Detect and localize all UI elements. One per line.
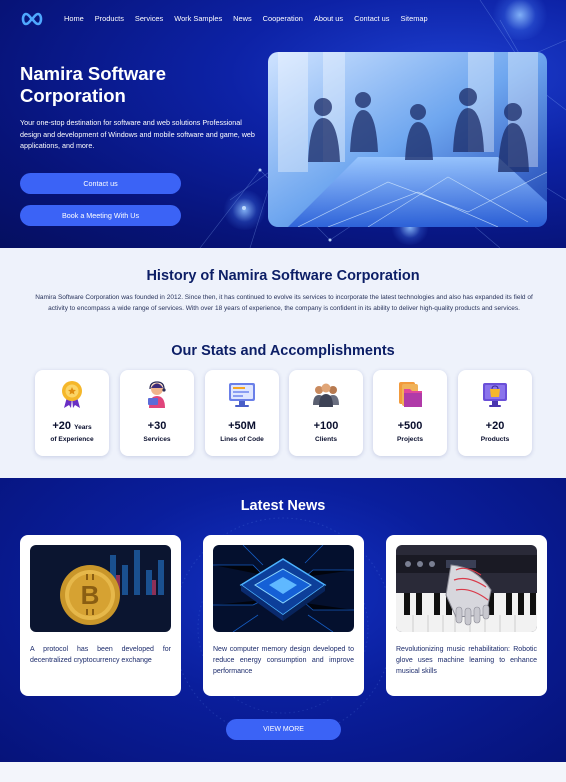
- hero-meeting-image: [268, 52, 547, 227]
- stat-label: Lines of Code: [220, 436, 264, 443]
- folders-icon: [399, 382, 422, 407]
- stat-card-clients: +100 Clients: [289, 370, 363, 456]
- news-text: A protocol has been developed for decent…: [30, 646, 171, 664]
- stat-value: +20 Years: [35, 420, 109, 432]
- nav-sitemap[interactable]: Sitemap: [400, 14, 427, 23]
- contact-us-button[interactable]: Contact us: [20, 173, 181, 194]
- hero-description: Your one-stop destination for software a…: [20, 118, 255, 150]
- award-ribbon-icon: [62, 381, 82, 408]
- book-meeting-button[interactable]: Book a Meeting With Us: [20, 205, 181, 226]
- stat-value: +500: [397, 420, 423, 432]
- news-title: Latest News: [240, 498, 326, 514]
- chip-graphic: [213, 545, 354, 632]
- nav-contact-us[interactable]: Contact us: [354, 14, 389, 23]
- stat-value: +20: [485, 420, 505, 432]
- top-nav: Home Products Services Work Samples News…: [0, 0, 566, 38]
- page: Home Products Services Work Samples News…: [0, 0, 566, 782]
- history-title: History of Namira Software Corporation: [146, 268, 420, 284]
- bitcoin-graphic: B: [30, 545, 171, 632]
- stat-card-services: +30 Services: [120, 370, 194, 456]
- meeting-photo-graphic: [268, 52, 547, 227]
- view-more-button[interactable]: VIEW MORE: [226, 719, 341, 740]
- nav-services[interactable]: Services: [135, 14, 163, 23]
- glove-piano-graphic: [396, 545, 537, 632]
- news-card[interactable]: New computer memory design developed to …: [203, 535, 364, 696]
- nav-home[interactable]: Home: [64, 14, 84, 23]
- robotic-glove-piano-image: [396, 545, 537, 632]
- stat-card-products: +20 Products: [458, 370, 532, 456]
- stat-value: +30: [147, 420, 167, 432]
- stat-card-experience: +20 Years of Experience: [35, 370, 109, 456]
- support-agent-icon: [148, 381, 166, 408]
- computer-chip-image: [213, 545, 354, 632]
- infinity-logo-icon[interactable]: [20, 11, 44, 27]
- news-card[interactable]: Revolutionizing music rehabilitation: Ro…: [386, 535, 547, 696]
- stat-label: Projects: [396, 436, 424, 443]
- nav-cooperation[interactable]: Cooperation: [263, 14, 303, 23]
- monitor-code-icon: [229, 383, 255, 407]
- footer-strip: [0, 762, 566, 782]
- bitcoin-coin-image: B: [30, 545, 171, 632]
- nav-about-us[interactable]: About us: [314, 14, 343, 23]
- nav-links: Home Products Services Work Samples News…: [64, 14, 439, 23]
- stat-card-lines-of-code: +50M Lines of Code: [205, 370, 279, 456]
- hero-section: Home Products Services Work Samples News…: [0, 0, 566, 248]
- stat-card-projects: +500 Projects: [373, 370, 447, 456]
- stats-title: Our Stats and Accomplishments: [171, 343, 395, 359]
- svg-text:B: B: [81, 580, 100, 610]
- stat-value: +100: [313, 420, 339, 432]
- stat-value: +50M: [228, 420, 256, 432]
- nav-news[interactable]: News: [233, 14, 251, 23]
- shopping-screen-icon: [483, 383, 507, 407]
- stat-label: Clients: [315, 436, 337, 443]
- nav-work-samples[interactable]: Work Samples: [174, 14, 222, 23]
- stat-label: Services: [143, 436, 171, 443]
- history-text: Namira Software Corporation was founded …: [35, 294, 533, 312]
- stat-suffix: Years: [74, 424, 92, 431]
- stat-label: Products: [480, 436, 510, 443]
- nav-products[interactable]: Products: [95, 14, 124, 23]
- hero-title: Namira Software Corporation: [20, 63, 166, 106]
- stat-number: +20: [52, 420, 71, 432]
- news-text: New computer memory design developed to …: [213, 646, 354, 675]
- people-group-icon: [313, 383, 339, 407]
- stat-label: of Experience: [50, 436, 94, 443]
- news-card[interactable]: B A protocol has been developed for dece…: [20, 535, 181, 696]
- news-text: Revolutionizing music rehabilitation: Ro…: [396, 646, 537, 675]
